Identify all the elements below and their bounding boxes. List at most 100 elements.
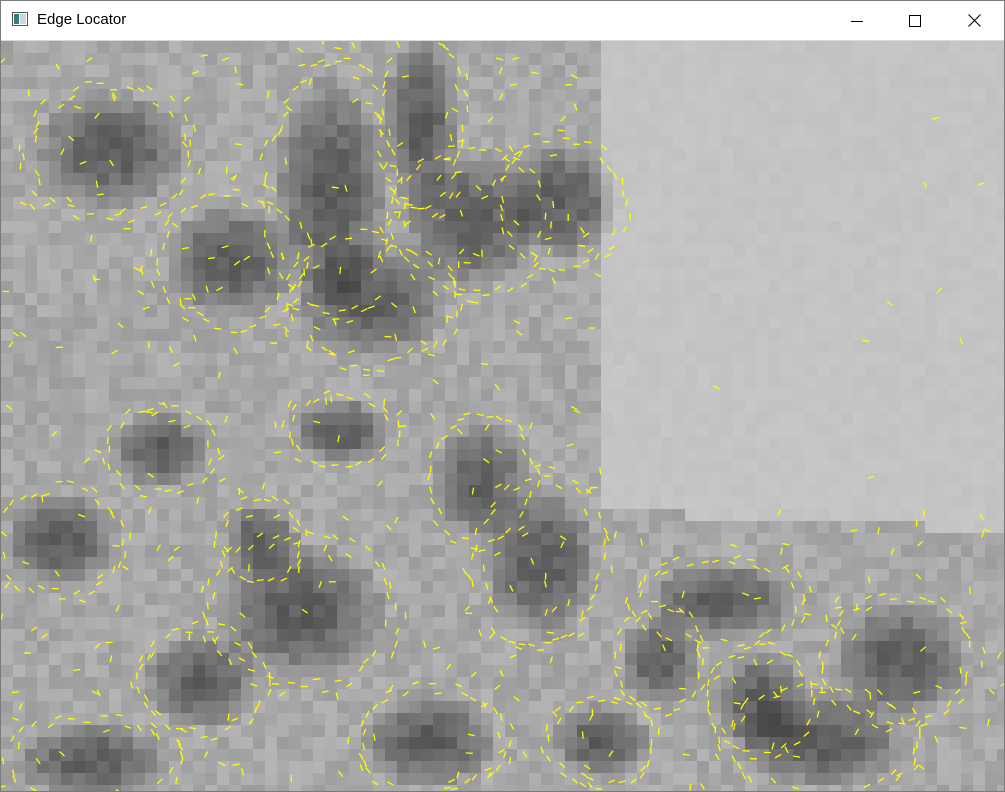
pixel-block [685, 281, 697, 293]
pixel-block [769, 737, 781, 749]
close-button[interactable] [945, 1, 1003, 40]
pixel-block [517, 197, 529, 209]
pixel-block [961, 89, 973, 101]
pixel-block [265, 281, 277, 293]
pixel-block [469, 89, 481, 101]
pixel-block [493, 377, 505, 389]
pixel-block [493, 329, 505, 341]
pixel-block [457, 461, 469, 473]
pixel-block [685, 569, 697, 581]
pixel-block [289, 113, 301, 125]
pixel-block [565, 221, 577, 233]
pixel-block [925, 173, 937, 185]
pixel-block [889, 677, 901, 689]
pixel-block [145, 65, 157, 77]
pixel-block [553, 677, 565, 689]
pixel-block [937, 269, 949, 281]
pixel-block [433, 197, 445, 209]
pixel-block [613, 329, 625, 341]
pixel-block [757, 557, 769, 569]
pixel-block [961, 281, 973, 293]
pixel-block [169, 101, 181, 113]
pixel-block [457, 713, 469, 725]
pixel-block [781, 629, 793, 641]
pixel-block [745, 533, 757, 545]
pixel-block [169, 293, 181, 305]
pixel-block [1, 137, 13, 149]
pixel-block [637, 125, 649, 137]
pixel-block [253, 329, 265, 341]
pixel-block [745, 65, 757, 77]
pixel-block [949, 77, 961, 89]
pixel-block [769, 425, 781, 437]
pixel-block [133, 629, 145, 641]
pixel-block [733, 101, 745, 113]
pixel-block [493, 737, 505, 749]
pixel-block [493, 713, 505, 725]
pixel-block [289, 413, 301, 425]
pixel-block [313, 173, 325, 185]
pixel-block [601, 677, 613, 689]
pixel-block [217, 197, 229, 209]
pixel-block [673, 725, 685, 737]
pixel-block [481, 329, 493, 341]
pixel-block [853, 293, 865, 305]
pixel-block [13, 413, 25, 425]
pixel-block [577, 209, 589, 221]
image-viewport[interactable] [1, 41, 1004, 791]
pixel-block [13, 461, 25, 473]
pixel-block [469, 665, 481, 677]
pixel-block [13, 689, 25, 701]
pixel-block [601, 593, 613, 605]
pixel-block [109, 533, 121, 545]
pixel-block [721, 101, 733, 113]
pixel-block [733, 65, 745, 77]
pixel-block [361, 185, 373, 197]
pixel-block [85, 113, 97, 125]
pixel-block [745, 641, 757, 653]
pixel-block [709, 461, 721, 473]
maximize-button[interactable] [886, 1, 944, 40]
pixel-block [85, 593, 97, 605]
pixel-block [853, 365, 865, 377]
pixel-block [865, 377, 877, 389]
pixel-block [853, 113, 865, 125]
pixel-block [781, 521, 793, 533]
pixel-block [325, 461, 337, 473]
pixel-block [349, 377, 361, 389]
pixel-block [277, 185, 289, 197]
pixel-block [685, 665, 697, 677]
pixel-block [781, 677, 793, 689]
pixel-block [121, 353, 133, 365]
pixel-block [769, 329, 781, 341]
pixel-block [145, 233, 157, 245]
pixel-block [193, 473, 205, 485]
pixel-block [829, 137, 841, 149]
pixel-block [661, 221, 673, 233]
pixel-block [697, 257, 709, 269]
pixel-block [733, 185, 745, 197]
pixel-block [925, 305, 937, 317]
pixel-block [181, 413, 193, 425]
pixel-block [649, 641, 661, 653]
pixel-block [877, 137, 889, 149]
pixel-block [961, 665, 973, 677]
pixel-block [829, 269, 841, 281]
pixel-block [733, 173, 745, 185]
pixel-block [49, 113, 61, 125]
pixel-block [637, 89, 649, 101]
minimize-button[interactable] [828, 1, 886, 40]
pixel-block [541, 581, 553, 593]
pixel-block [397, 725, 409, 737]
pixel-block [709, 101, 721, 113]
pixel-block [889, 77, 901, 89]
pixel-block [757, 497, 769, 509]
title-bar[interactable]: Edge Locator [1, 1, 1004, 41]
pixel-block [157, 617, 169, 629]
pixel-block [565, 89, 577, 101]
pixel-block [601, 365, 613, 377]
pixel-block [745, 581, 757, 593]
pixel-block [709, 113, 721, 125]
pixel-block [145, 221, 157, 233]
pixel-block [613, 461, 625, 473]
